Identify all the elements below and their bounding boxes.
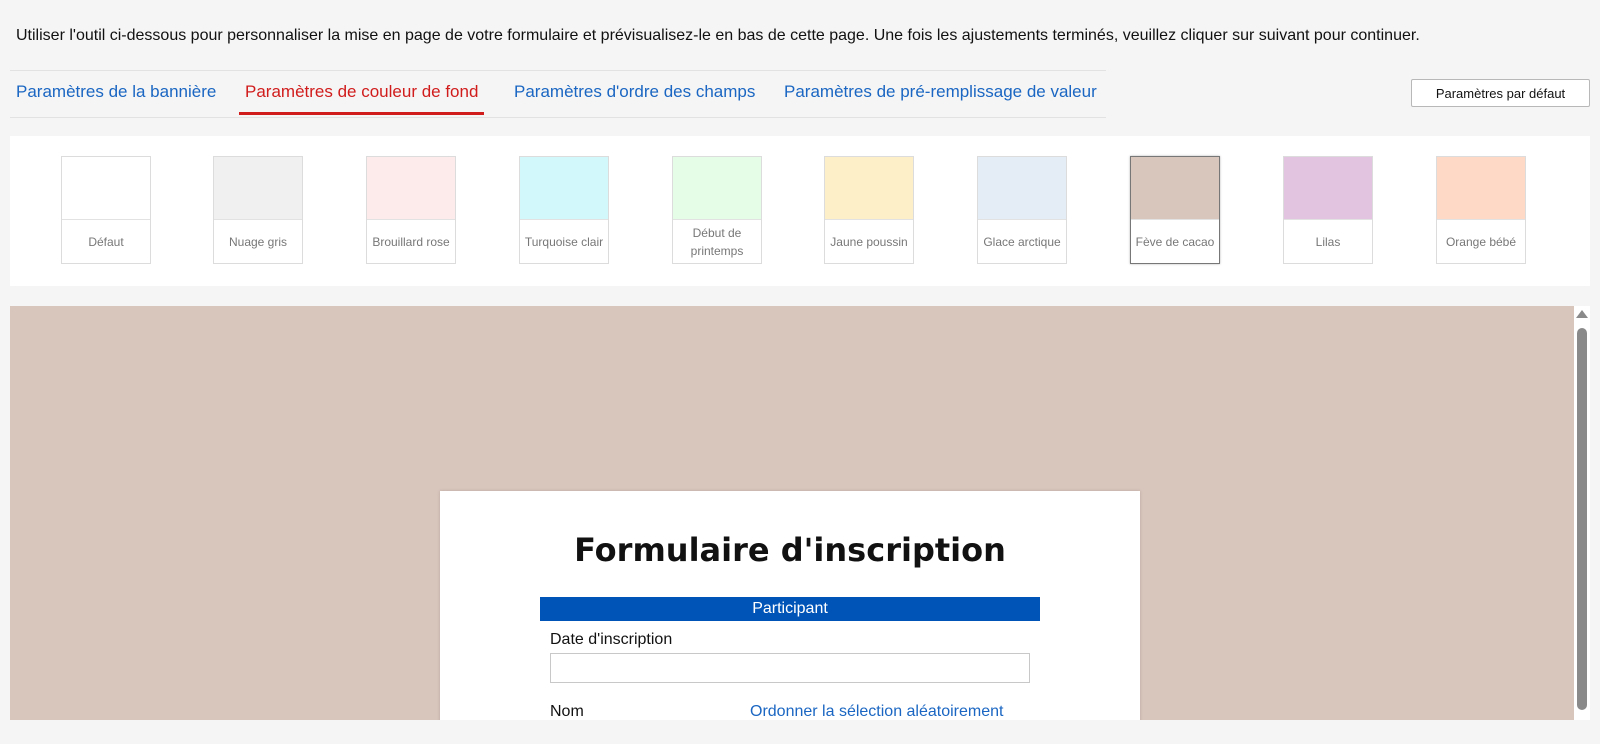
swatch-default[interactable]: Défaut (61, 156, 151, 264)
swatch-label: Turquoise clair (520, 219, 608, 263)
randomize-selection-link[interactable]: Ordonner la sélection aléatoirement (750, 703, 1003, 720)
tab-field-order-settings[interactable]: Paramètres d'ordre des champs (508, 71, 761, 115)
settings-tabs: Paramètres de la bannière Paramètres de … (10, 70, 1106, 118)
swatch-color (825, 157, 913, 219)
swatch-label: Jaune poussin (825, 219, 913, 263)
swatch-pink-fog[interactable]: Brouillard rose (366, 156, 456, 264)
preview-scrollbar[interactable] (1574, 306, 1590, 720)
swatch-label: Glace arctique (978, 219, 1066, 263)
swatch-color (978, 157, 1066, 219)
swatch-color (1131, 157, 1219, 219)
tab-background-color-settings[interactable]: Paramètres de couleur de fond (239, 71, 485, 115)
swatch-lilac[interactable]: Lilas (1283, 156, 1373, 264)
form-title: Formulaire d'inscription (574, 531, 1006, 569)
swatch-color (673, 157, 761, 219)
form-preview: Formulaire d'inscription Participant Dat… (10, 306, 1574, 720)
swatch-color (520, 157, 608, 219)
swatch-baby-orange[interactable]: Orange bébé (1436, 156, 1526, 264)
swatch-label: Lilas (1284, 219, 1372, 263)
swatch-color (1437, 157, 1525, 219)
swatch-arctic-ice[interactable]: Glace arctique (977, 156, 1067, 264)
swatch-color (62, 157, 150, 219)
date-inscription-label: Date d'inscription (550, 631, 673, 648)
swatch-light-turquoise[interactable]: Turquoise clair (519, 156, 609, 264)
swatch-chick-yellow[interactable]: Jaune poussin (824, 156, 914, 264)
date-inscription-input[interactable] (550, 653, 1030, 683)
swatch-early-spring[interactable]: Début de printemps (672, 156, 762, 264)
form-card: Formulaire d'inscription Participant Dat… (440, 491, 1140, 720)
tab-prefill-settings[interactable]: Paramètres de pré-remplissage de valeur (778, 71, 1103, 115)
scroll-up-arrow-icon[interactable] (1576, 310, 1588, 318)
nom-label: Nom (550, 703, 584, 720)
scrollbar-thumb[interactable] (1577, 328, 1587, 710)
swatch-label: Orange bébé (1437, 219, 1525, 263)
default-settings-button[interactable]: Paramètres par défaut (1411, 79, 1590, 107)
swatch-label: Brouillard rose (367, 219, 455, 263)
section-header-participant: Participant (540, 597, 1040, 621)
swatch-label: Nuage gris (214, 219, 302, 263)
swatch-label: Défaut (62, 219, 150, 263)
swatch-label: Début de printemps (673, 219, 761, 263)
swatch-label: Fève de cacao (1131, 219, 1219, 263)
swatch-color (367, 157, 455, 219)
intro-text: Utiliser l'outil ci-dessous pour personn… (16, 27, 1420, 44)
swatch-cloud-gray[interactable]: Nuage gris (213, 156, 303, 264)
swatch-color (1284, 157, 1372, 219)
tab-banner-settings[interactable]: Paramètres de la bannière (10, 71, 222, 115)
swatch-color (214, 157, 302, 219)
swatch-cocoa-bean[interactable]: Fève de cacao (1130, 156, 1220, 264)
background-color-swatches: Défaut Nuage gris Brouillard rose Turquo… (10, 136, 1590, 286)
